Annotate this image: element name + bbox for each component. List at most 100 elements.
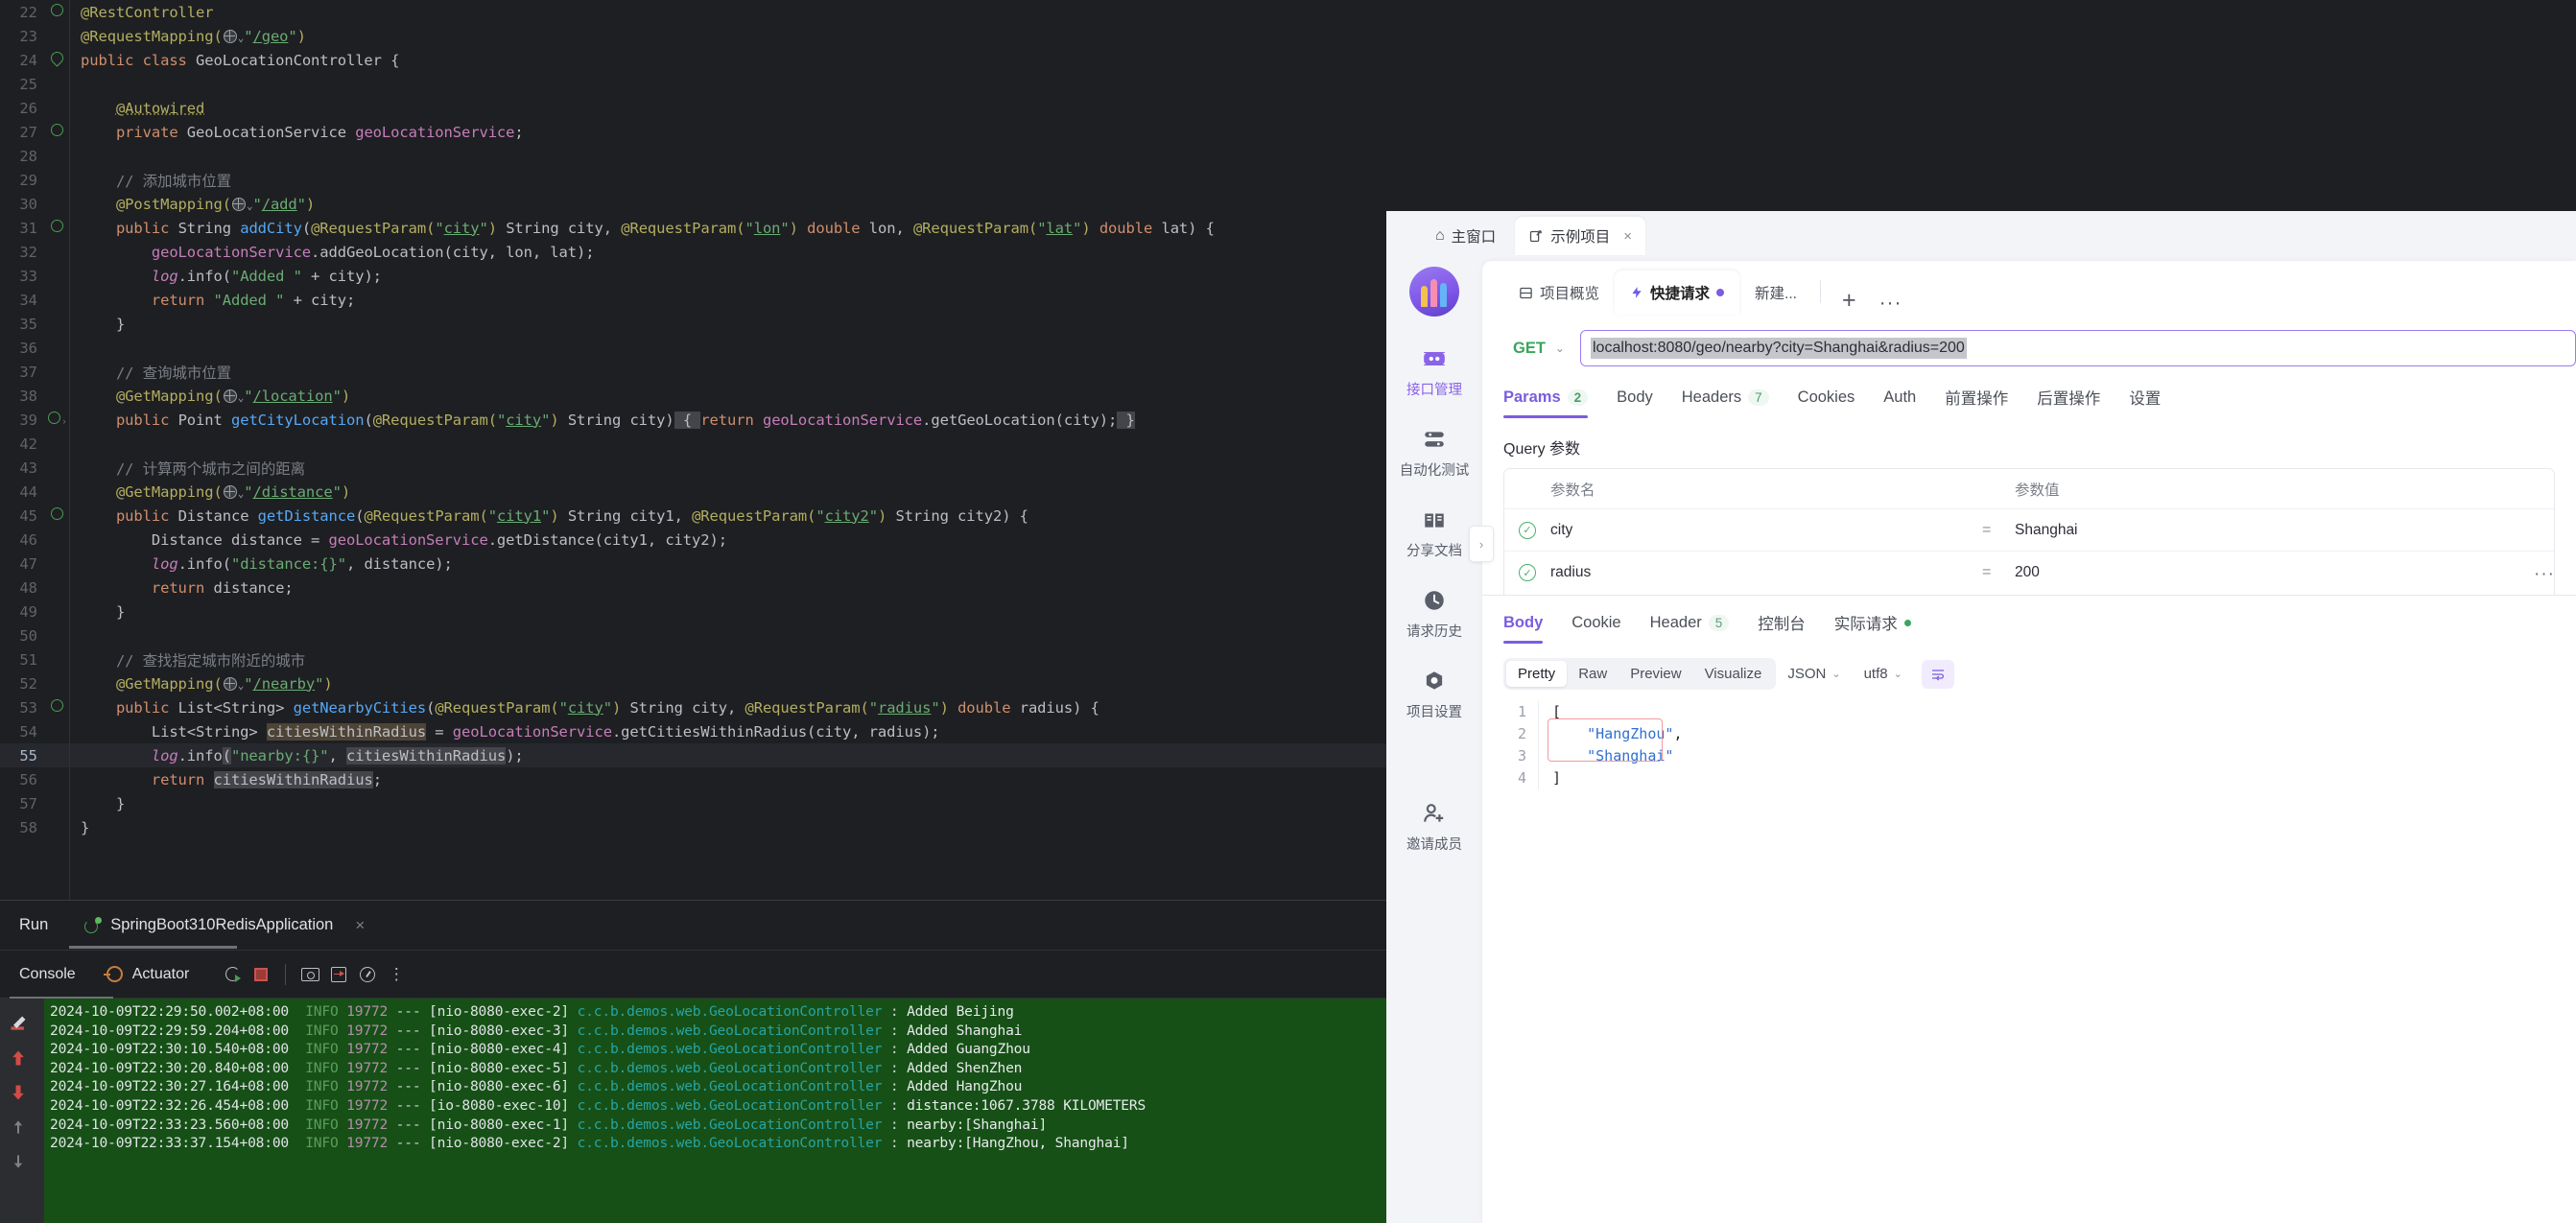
line-marker-icon[interactable] xyxy=(44,384,69,408)
code-line[interactable]: 47 log.info("distance:{}", distance); xyxy=(0,552,1386,576)
response-encoding-select[interactable]: utf8 ⌄ xyxy=(1853,661,1914,687)
request-tab-Body[interactable]: Body xyxy=(1602,388,1667,418)
code-line[interactable]: 26 @Autowired xyxy=(0,96,1386,120)
line-marker-icon[interactable] xyxy=(44,312,69,336)
line-marker-icon[interactable] xyxy=(44,288,69,312)
line-marker-icon[interactable] xyxy=(44,120,69,144)
code-line[interactable]: 38 @GetMapping(⌄"/location") xyxy=(0,384,1386,408)
line-marker-icon[interactable] xyxy=(44,576,69,600)
code-line[interactable]: 35 } xyxy=(0,312,1386,336)
code-editor[interactable]: 22 @RestController 23 @RequestMapping(⌄"/ge… xyxy=(0,0,1386,900)
sidebar-item-api-manage[interactable]: 接口管理 xyxy=(1386,345,1482,399)
line-marker-icon[interactable] xyxy=(44,168,69,192)
line-marker-icon[interactable] xyxy=(44,264,69,288)
line-marker-icon[interactable] xyxy=(44,48,69,72)
soft-wrap-icon[interactable] xyxy=(9,1014,28,1033)
project-tab[interactable]: 示例项目 × xyxy=(1515,217,1645,255)
code-line[interactable]: 45 public Distance getDistance(@RequestP… xyxy=(0,504,1386,528)
line-marker-icon[interactable] xyxy=(44,695,69,719)
view-mode-Visualize[interactable]: Visualize xyxy=(1693,661,1774,687)
line-marker-icon[interactable] xyxy=(44,192,69,216)
code-line[interactable]: 55 log.info("nearby:{}", citiesWithinRad… xyxy=(0,743,1386,767)
line-marker-icon[interactable]: › xyxy=(44,408,69,432)
line-marker-icon[interactable] xyxy=(44,623,69,647)
response-more-button[interactable]: ··· xyxy=(2534,564,2555,585)
line-marker-icon[interactable] xyxy=(44,96,69,120)
close-icon[interactable]: × xyxy=(1623,228,1632,245)
sidebar-item-invite-member[interactable]: 邀请成员 xyxy=(1386,800,1482,854)
code-line[interactable]: 25 xyxy=(0,72,1386,96)
response-tab-Body[interactable]: Body xyxy=(1503,614,1557,644)
view-mode-Preview[interactable]: Preview xyxy=(1619,661,1692,687)
code-line[interactable]: 51 // 查找指定城市附近的城市 xyxy=(0,647,1386,671)
view-mode-Raw[interactable]: Raw xyxy=(1567,661,1619,687)
line-marker-icon[interactable] xyxy=(44,456,69,480)
request-tab-Headers[interactable]: Headers 7 xyxy=(1667,388,1784,418)
code-line[interactable]: 48 return distance; xyxy=(0,576,1386,600)
line-marker-icon[interactable] xyxy=(44,336,69,360)
line-marker-icon[interactable] xyxy=(44,719,69,743)
export-button[interactable] xyxy=(324,960,353,989)
response-format-select[interactable]: JSON ⌄ xyxy=(1776,661,1852,687)
line-marker-icon[interactable] xyxy=(44,647,69,671)
line-marker-icon[interactable] xyxy=(44,815,69,839)
code-line[interactable]: 53 public List<String> getNearbyCities(@… xyxy=(0,695,1386,719)
code-line[interactable]: 39 › public Point getCityLocation(@Reques… xyxy=(0,408,1386,432)
line-marker-icon[interactable] xyxy=(44,671,69,695)
sidebar-item-automation-test[interactable]: 自动化测试 xyxy=(1386,426,1482,480)
code-line[interactable]: 58} xyxy=(0,815,1386,839)
code-line[interactable]: 29 // 添加城市位置 xyxy=(0,168,1386,192)
home-tab[interactable]: ⌂ 主窗口 xyxy=(1422,220,1509,252)
response-tab-Cookie[interactable]: Cookie xyxy=(1557,614,1635,644)
line-marker-icon[interactable] xyxy=(44,144,69,168)
code-line[interactable]: 56 return citiesWithinRadius; xyxy=(0,767,1386,791)
param-value-cell[interactable]: 200 xyxy=(2015,564,2554,581)
code-line[interactable]: 27 private GeoLocationService geoLocatio… xyxy=(0,120,1386,144)
request-tab-Params[interactable]: Params 2 xyxy=(1503,388,1602,418)
actuator-tab[interactable]: Actuator xyxy=(103,966,189,983)
line-marker-icon[interactable] xyxy=(44,24,69,48)
word-wrap-button[interactable] xyxy=(1921,659,1954,689)
response-tab-Header[interactable]: Header 5 xyxy=(1636,614,1744,644)
line-marker-icon[interactable] xyxy=(44,360,69,384)
response-tab-实际请求[interactable]: 实际请求 xyxy=(1820,611,1926,646)
code-line[interactable]: 52 @GetMapping(⌄"/nearby") xyxy=(0,671,1386,695)
console-scrollbar[interactable] xyxy=(36,999,44,1223)
param-name-cell[interactable]: radius xyxy=(1550,564,1982,581)
code-line[interactable]: 36 xyxy=(0,336,1386,360)
line-marker-icon[interactable] xyxy=(44,432,69,456)
tabs-more-button[interactable]: ··· xyxy=(1870,292,1912,315)
code-line[interactable]: 43 // 计算两个城市之间的距离 xyxy=(0,456,1386,480)
tab-quick-request[interactable]: 快捷请求 xyxy=(1615,270,1740,315)
code-line[interactable]: 34 return "Added " + city; xyxy=(0,288,1386,312)
request-tab-Cookies[interactable]: Cookies xyxy=(1784,388,1870,418)
line-marker-icon[interactable] xyxy=(44,552,69,576)
code-line[interactable]: 54 List<String> citiesWithinRadius = geo… xyxy=(0,719,1386,743)
profiler-button[interactable] xyxy=(353,960,382,989)
run-configuration-tab[interactable]: SpringBoot310RedisApplication × xyxy=(69,916,365,949)
camera-button[interactable] xyxy=(295,960,324,989)
param-value-cell[interactable]: Shanghai xyxy=(2015,522,2554,539)
line-marker-icon[interactable] xyxy=(44,0,69,24)
response-body[interactable]: 1 2 3 4 [ "HangZhou", "Shanghai"] xyxy=(1503,701,2576,789)
tab-project-overview[interactable]: 项目概览 xyxy=(1503,270,1615,315)
code-line[interactable]: 23 @RequestMapping(⌄"/geo") xyxy=(0,24,1386,48)
url-input[interactable]: localhost:8080/geo/nearby?city=Shanghai&… xyxy=(1579,330,2576,366)
more-options-button[interactable]: ⋮ xyxy=(382,960,411,989)
request-tab-Auth[interactable]: Auth xyxy=(1869,388,1930,418)
param-enabled-checkbox[interactable]: ✓ xyxy=(1504,521,1550,539)
line-marker-icon[interactable] xyxy=(44,216,69,240)
code-line[interactable]: 37 // 查询城市位置 xyxy=(0,360,1386,384)
code-line[interactable]: 33 log.info("Added " + city); xyxy=(0,264,1386,288)
line-marker-icon[interactable] xyxy=(44,528,69,552)
code-line[interactable]: 31 public String addCity(@RequestParam("… xyxy=(0,216,1386,240)
line-marker-icon[interactable] xyxy=(44,600,69,623)
response-tab-控制台[interactable]: 控制台 xyxy=(1743,611,1820,646)
line-marker-icon[interactable] xyxy=(44,480,69,504)
line-marker-icon[interactable] xyxy=(44,72,69,96)
close-run-tab-icon[interactable]: × xyxy=(355,916,365,935)
scroll-down-icon[interactable] xyxy=(9,1083,28,1102)
sidebar-item-clock[interactable]: 请求历史 xyxy=(1386,587,1482,641)
line-marker-icon[interactable] xyxy=(44,767,69,791)
code-line[interactable]: 49 } xyxy=(0,600,1386,623)
